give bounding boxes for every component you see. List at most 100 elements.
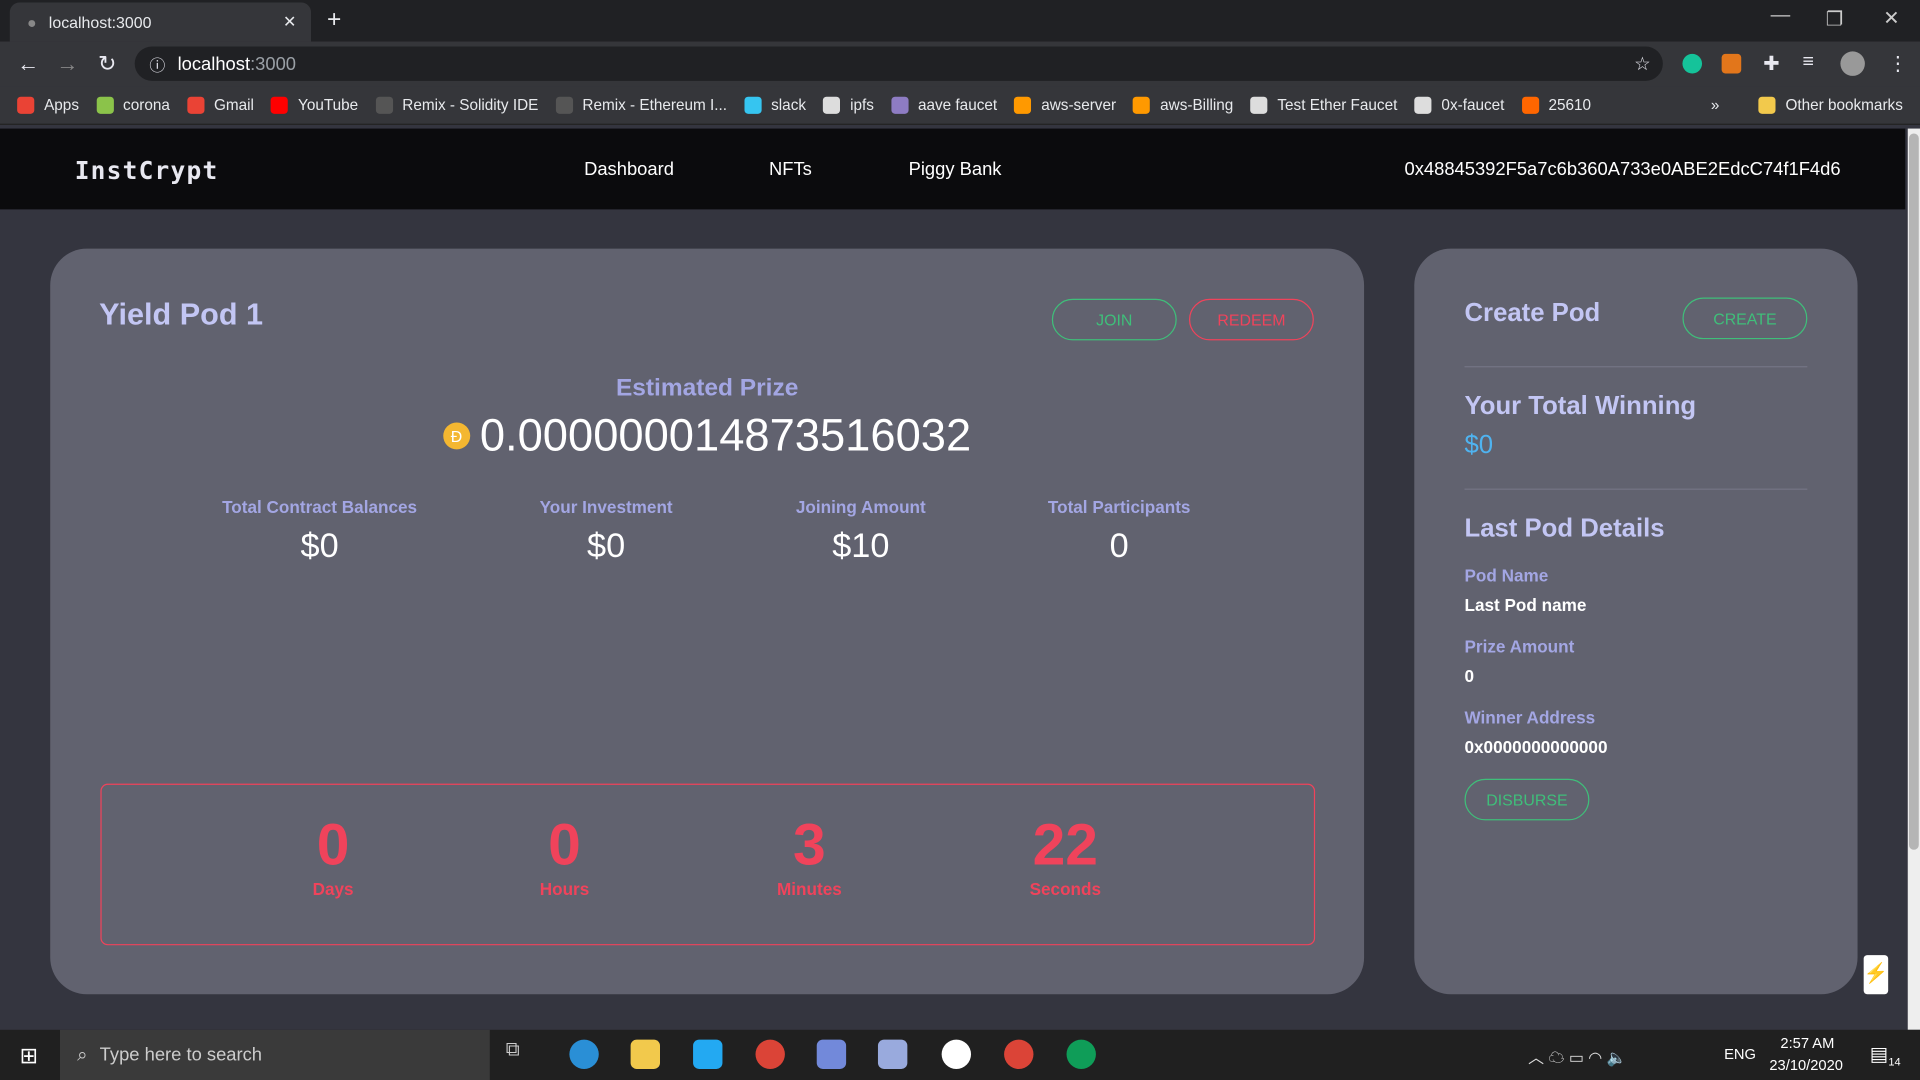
bookmark-item[interactable]: Apps <box>17 96 79 114</box>
bookmark-icon <box>187 96 205 114</box>
bookmark-label: corona <box>123 96 170 114</box>
bookmark-item[interactable]: ipfs <box>823 96 874 114</box>
winner-address-value: 0x0000000000000 <box>1464 737 1608 757</box>
bookmark-label: ipfs <box>850 96 874 114</box>
join-button[interactable]: JOIN <box>1051 298 1177 341</box>
browser-tab[interactable]: ● localhost:3000 ✕ <box>9 2 312 42</box>
taskbar: ⊞ ⌕ Type here to search ⧉ ︿ ☁ ▭ ◠ 🔈 ENG 2… <box>0 1029 1920 1080</box>
metamask-icon[interactable] <box>1721 53 1742 74</box>
dai-coin-icon: Đ <box>443 422 471 450</box>
bookmark-label: YouTube <box>298 96 359 114</box>
taskbar-search[interactable]: ⌕ Type here to search <box>60 1029 490 1080</box>
notification-count: 14 <box>1888 1055 1901 1068</box>
chrome-profile-icon[interactable] <box>1004 1039 1034 1069</box>
bookmark-label: 0x-faucet <box>1441 96 1505 114</box>
folder-icon <box>1758 96 1776 114</box>
language-indicator[interactable]: ENG <box>1724 1046 1756 1063</box>
bookmark-item[interactable]: Remix - Solidity IDE <box>375 96 539 114</box>
new-tab-button[interactable]: + <box>327 6 341 34</box>
slack-icon[interactable] <box>941 1039 972 1069</box>
prize-value: 0.000000014873516032 <box>479 410 972 461</box>
close-tab-icon[interactable]: ✕ <box>283 12 296 32</box>
windows-start-icon[interactable]: ⊞ <box>20 1043 38 1069</box>
search-placeholder: Type here to search <box>99 1044 263 1066</box>
wallet-address: 0x48845392F5a7c6b360A733e0ABE2EdcC74f1F4… <box>1404 159 1841 181</box>
bookmark-item[interactable]: Remix - Ethereum I... <box>555 96 727 114</box>
bookmark-icon <box>375 96 393 114</box>
nav-piggy-bank[interactable]: Piggy Bank <box>909 159 1002 180</box>
back-icon[interactable]: ← <box>17 51 39 77</box>
forward-icon[interactable]: → <box>56 51 78 77</box>
star-icon[interactable]: ☆ <box>1634 53 1650 75</box>
chrome-icon[interactable] <box>755 1039 785 1069</box>
bookmark-item[interactable]: aave faucet <box>891 96 997 114</box>
stat-label: Total Participants <box>1047 497 1191 517</box>
countdown-unit: Seconds <box>1029 879 1102 899</box>
countdown-value: 0 <box>316 813 350 878</box>
bookmark-label: Remix - Solidity IDE <box>402 96 539 114</box>
stat-joining-amount: Joining Amount $10 <box>726 497 995 566</box>
reload-icon[interactable]: ↻ <box>98 51 116 77</box>
bookmark-icon <box>96 96 114 114</box>
profile-avatar[interactable] <box>1840 51 1865 76</box>
bookmark-item[interactable]: aws-server <box>1014 96 1116 114</box>
bookmarks-bar: Apps corona Gmail YouTube Remix - Solidity I… <box>0 86 1920 125</box>
countdown-value: 22 <box>1032 813 1098 878</box>
vscode-icon[interactable] <box>693 1039 723 1069</box>
discord-icon[interactable] <box>816 1039 847 1069</box>
stat-label: Total Contract Balances <box>222 497 418 517</box>
countdown-value: 0 <box>548 813 581 878</box>
file-explorer-icon[interactable] <box>630 1039 661 1069</box>
yield-pod-card: Yield Pod 1 JOIN REDEEM Estimated Prize … <box>50 248 1365 995</box>
prize-amount-value: 0 <box>1464 666 1475 686</box>
extensions-icon[interactable]: ✚ <box>1763 51 1779 75</box>
notifications-icon[interactable]: ▤14 <box>1870 1042 1901 1068</box>
bookmark-icon <box>17 96 35 114</box>
bookmark-item[interactable]: Test Ether Faucet <box>1250 96 1398 114</box>
bookmark-item[interactable]: corona <box>96 96 170 114</box>
disburse-button[interactable]: DISBURSE <box>1464 778 1590 821</box>
notes-icon[interactable] <box>877 1039 908 1069</box>
clock-time[interactable]: 2:57 AM <box>1780 1035 1834 1052</box>
bookmark-label: 25610 <box>1548 96 1592 114</box>
redeem-button[interactable]: REDEEM <box>1188 298 1314 341</box>
bookmark-icon <box>271 96 289 114</box>
brand-logo[interactable]: InstCrypt <box>75 156 219 185</box>
bookmark-item[interactable]: Gmail <box>187 96 254 114</box>
stat-value: $10 <box>832 526 890 565</box>
task-view-icon[interactable]: ⧉ <box>506 1040 535 1069</box>
bookmark-item[interactable]: slack <box>744 96 806 114</box>
bookmark-label: Test Ether Faucet <box>1277 96 1398 114</box>
tray-icons[interactable]: ︿ ☁ ▭ ◠ 🔈 <box>1528 1044 1626 1067</box>
bookmark-icon <box>1014 96 1032 114</box>
nav-dashboard[interactable]: Dashboard <box>584 159 674 180</box>
bookmark-label: Apps <box>44 96 79 114</box>
bookmark-item[interactable]: 0x-faucet <box>1414 96 1505 114</box>
grammarly-icon[interactable] <box>1682 53 1703 74</box>
bookmark-item[interactable]: aws-Billing <box>1133 96 1233 114</box>
nav-nfts[interactable]: NFTs <box>769 159 812 180</box>
lightning-icon[interactable]: ⚡ <box>1863 955 1889 995</box>
restore-button[interactable]: ❐ <box>1826 7 1844 31</box>
create-button[interactable]: CREATE <box>1682 297 1808 340</box>
close-window-button[interactable]: ✕ <box>1883 6 1899 30</box>
bookmark-item[interactable]: 25610 <box>1521 96 1592 114</box>
divider <box>1464 366 1808 368</box>
info-icon: ⓘ <box>149 55 166 75</box>
bookmarks-overflow[interactable]: » <box>1711 97 1720 114</box>
tab-title: localhost:3000 <box>48 12 152 32</box>
other-bookmarks-label: Other bookmarks <box>1785 96 1903 114</box>
menu-icon[interactable]: ⋮ <box>1888 51 1908 75</box>
media-icon[interactable]: ≡ <box>1802 51 1813 73</box>
stat-label: Joining Amount <box>795 497 926 517</box>
prize-label: Estimated Prize <box>615 374 799 402</box>
bookmark-item[interactable]: YouTube <box>271 96 359 114</box>
scrollbar[interactable] <box>1907 128 1920 1030</box>
edge-icon[interactable] <box>569 1039 599 1069</box>
clock-date[interactable]: 23/10/2020 <box>1769 1057 1843 1074</box>
countdown-unit: Days <box>312 879 354 899</box>
chrome-profile2-icon[interactable] <box>1066 1039 1096 1069</box>
other-bookmarks[interactable]: Other bookmarks <box>1758 96 1903 114</box>
address-bar[interactable]: ⓘ localhost:3000 ☆ <box>134 46 1663 81</box>
minimize-button[interactable]: — <box>1771 5 1791 27</box>
